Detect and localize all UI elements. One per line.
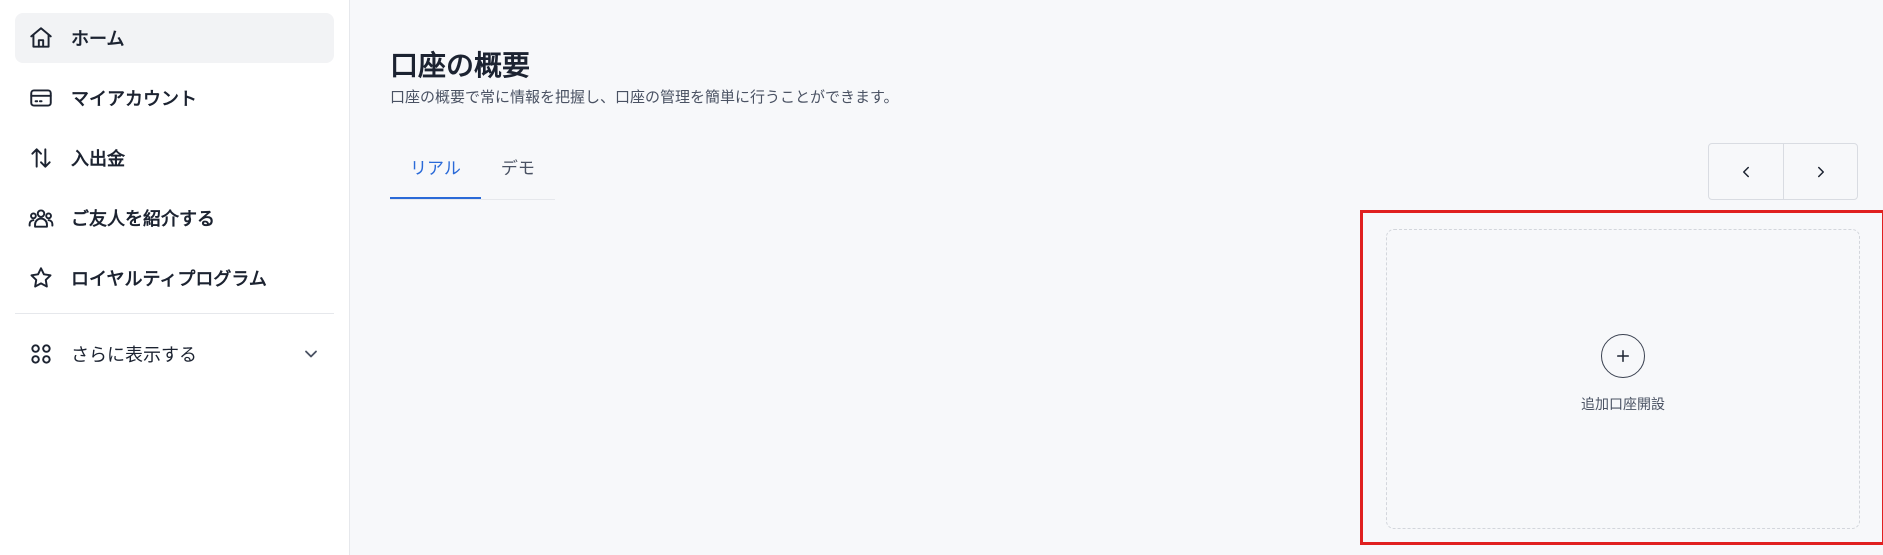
main-content: 口座の概要 口座の概要で常に情報を把握し、口座の管理を簡単に行うことができます。…: [350, 0, 1883, 555]
sidebar-item-label: マイアカウント: [71, 89, 197, 110]
previous-button[interactable]: [1709, 144, 1783, 199]
sidebar-item-label: ホーム: [71, 29, 125, 50]
chevron-right-icon: [1817, 166, 1824, 177]
star-icon: [27, 264, 55, 292]
sidebar-item-loyalty-program[interactable]: ロイヤルティプログラム: [15, 253, 334, 303]
transfer-arrows-icon: [27, 144, 55, 172]
sidebar-item-label: ご友人を紹介する: [71, 209, 215, 230]
sidebar-item-my-account[interactable]: マイアカウント: [15, 73, 334, 123]
plus-icon: [1601, 334, 1645, 378]
next-button[interactable]: [1783, 144, 1857, 199]
users-icon: [27, 204, 55, 232]
sidebar-divider: [15, 313, 334, 314]
card-icon: [27, 84, 55, 112]
page-subtitle: 口座の概要で常に情報を把握し、口座の管理を簡単に行うことができます。: [390, 88, 899, 106]
page-title: 口座の概要: [390, 49, 531, 82]
app: ホーム マイアカウント 入出金 ご友人を紹介する ロイヤルティプログラム さらに…: [0, 0, 1883, 555]
sidebar-item-deposit-withdraw[interactable]: 入出金: [15, 133, 334, 183]
carousel-pager: [1708, 143, 1858, 200]
sidebar: ホーム マイアカウント 入出金 ご友人を紹介する ロイヤルティプログラム さらに…: [0, 0, 350, 555]
chevron-left-icon: [1743, 166, 1749, 177]
grid-icon: [27, 340, 55, 368]
sidebar-show-more[interactable]: さらに表示する: [15, 332, 334, 376]
chevron-down-icon[interactable]: [300, 343, 322, 365]
add-account-card[interactable]: 追加口座開設: [1386, 229, 1860, 529]
sidebar-show-more-label: さらに表示する: [71, 345, 197, 366]
home-icon: [27, 24, 55, 52]
sidebar-item-label: ロイヤルティプログラム: [71, 269, 267, 290]
sidebar-item-label: 入出金: [71, 149, 125, 170]
sidebar-item-refer-friends[interactable]: ご友人を紹介する: [15, 193, 334, 243]
add-account-label: 追加口座開設: [1581, 397, 1665, 413]
account-tabs: リアル デモ: [390, 146, 555, 200]
tab-real[interactable]: リアル: [390, 146, 481, 199]
sidebar-item-home[interactable]: ホーム: [15, 13, 334, 63]
tab-demo[interactable]: デモ: [481, 146, 555, 199]
